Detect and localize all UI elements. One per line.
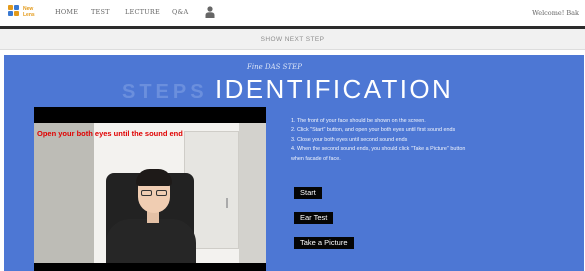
- welcome-text: Welcome! Bak: [532, 9, 579, 17]
- instruction-item: 2. Click "Start" button, and open your b…: [291, 127, 456, 134]
- scene-door-knob: [226, 198, 228, 208]
- person-glasses-right: [156, 190, 167, 196]
- camera-letterbox-top: [34, 107, 266, 123]
- instruction-item: 1. The front of your face should be show…: [291, 118, 426, 124]
- take-picture-button[interactable]: Take a Picture: [294, 237, 354, 249]
- scene-curtain: [239, 123, 266, 263]
- camera-overlay-text: Open your both eyes until the sound end: [37, 129, 183, 138]
- nav-qa[interactable]: Q&A: [172, 8, 188, 16]
- instruction-item: 3. Close your both eyes until second sou…: [291, 136, 408, 143]
- step-tag: Fine DAS STEP: [247, 63, 302, 71]
- show-next-step-button[interactable]: SHOW NEXT STEP: [0, 29, 585, 50]
- ear-test-button[interactable]: Ear Test: [294, 212, 334, 224]
- person-hair: [136, 169, 172, 186]
- instruction-item: 4. When the second sound ends, you shoul…: [291, 146, 466, 153]
- nav-lecture[interactable]: LECTURE: [125, 8, 160, 16]
- logo-square-icon: [14, 11, 19, 16]
- person-body: [106, 219, 196, 269]
- start-button[interactable]: Start: [294, 187, 322, 199]
- camera-scene: [34, 123, 266, 269]
- user-icon[interactable]: [205, 6, 215, 18]
- camera-preview: Open your both eyes until the sound end: [34, 107, 266, 271]
- logo-square-icon: [8, 5, 13, 10]
- page-title: IDENTIFICATION: [215, 74, 454, 104]
- nav-home[interactable]: HOME: [55, 8, 78, 16]
- person-glasses-left: [141, 190, 152, 196]
- next-step-bar: SHOW NEXT STEP: [0, 29, 585, 50]
- camera-letterbox-bottom: [34, 263, 266, 271]
- logo-line2: Lens: [23, 12, 35, 18]
- logo-text: New Lens: [23, 6, 35, 18]
- logo-square-icon: [8, 11, 13, 16]
- instruction-list: 1. The front of your face should be show…: [291, 117, 581, 164]
- instruction-item: when facade of face.: [291, 155, 341, 162]
- logo-square-icon: [14, 5, 19, 10]
- logo[interactable]: New Lens: [8, 5, 48, 21]
- top-navbar: New Lens HOME TEST LECTURE Q&A Welcome! …: [0, 0, 585, 26]
- nav-test[interactable]: TEST: [91, 8, 110, 16]
- identification-panel: STEPS Fine DAS STEP IDENTIFICATION Open …: [4, 55, 584, 271]
- steps-background-text: STEPS: [122, 81, 208, 103]
- scene-wall-shadow: [34, 123, 94, 263]
